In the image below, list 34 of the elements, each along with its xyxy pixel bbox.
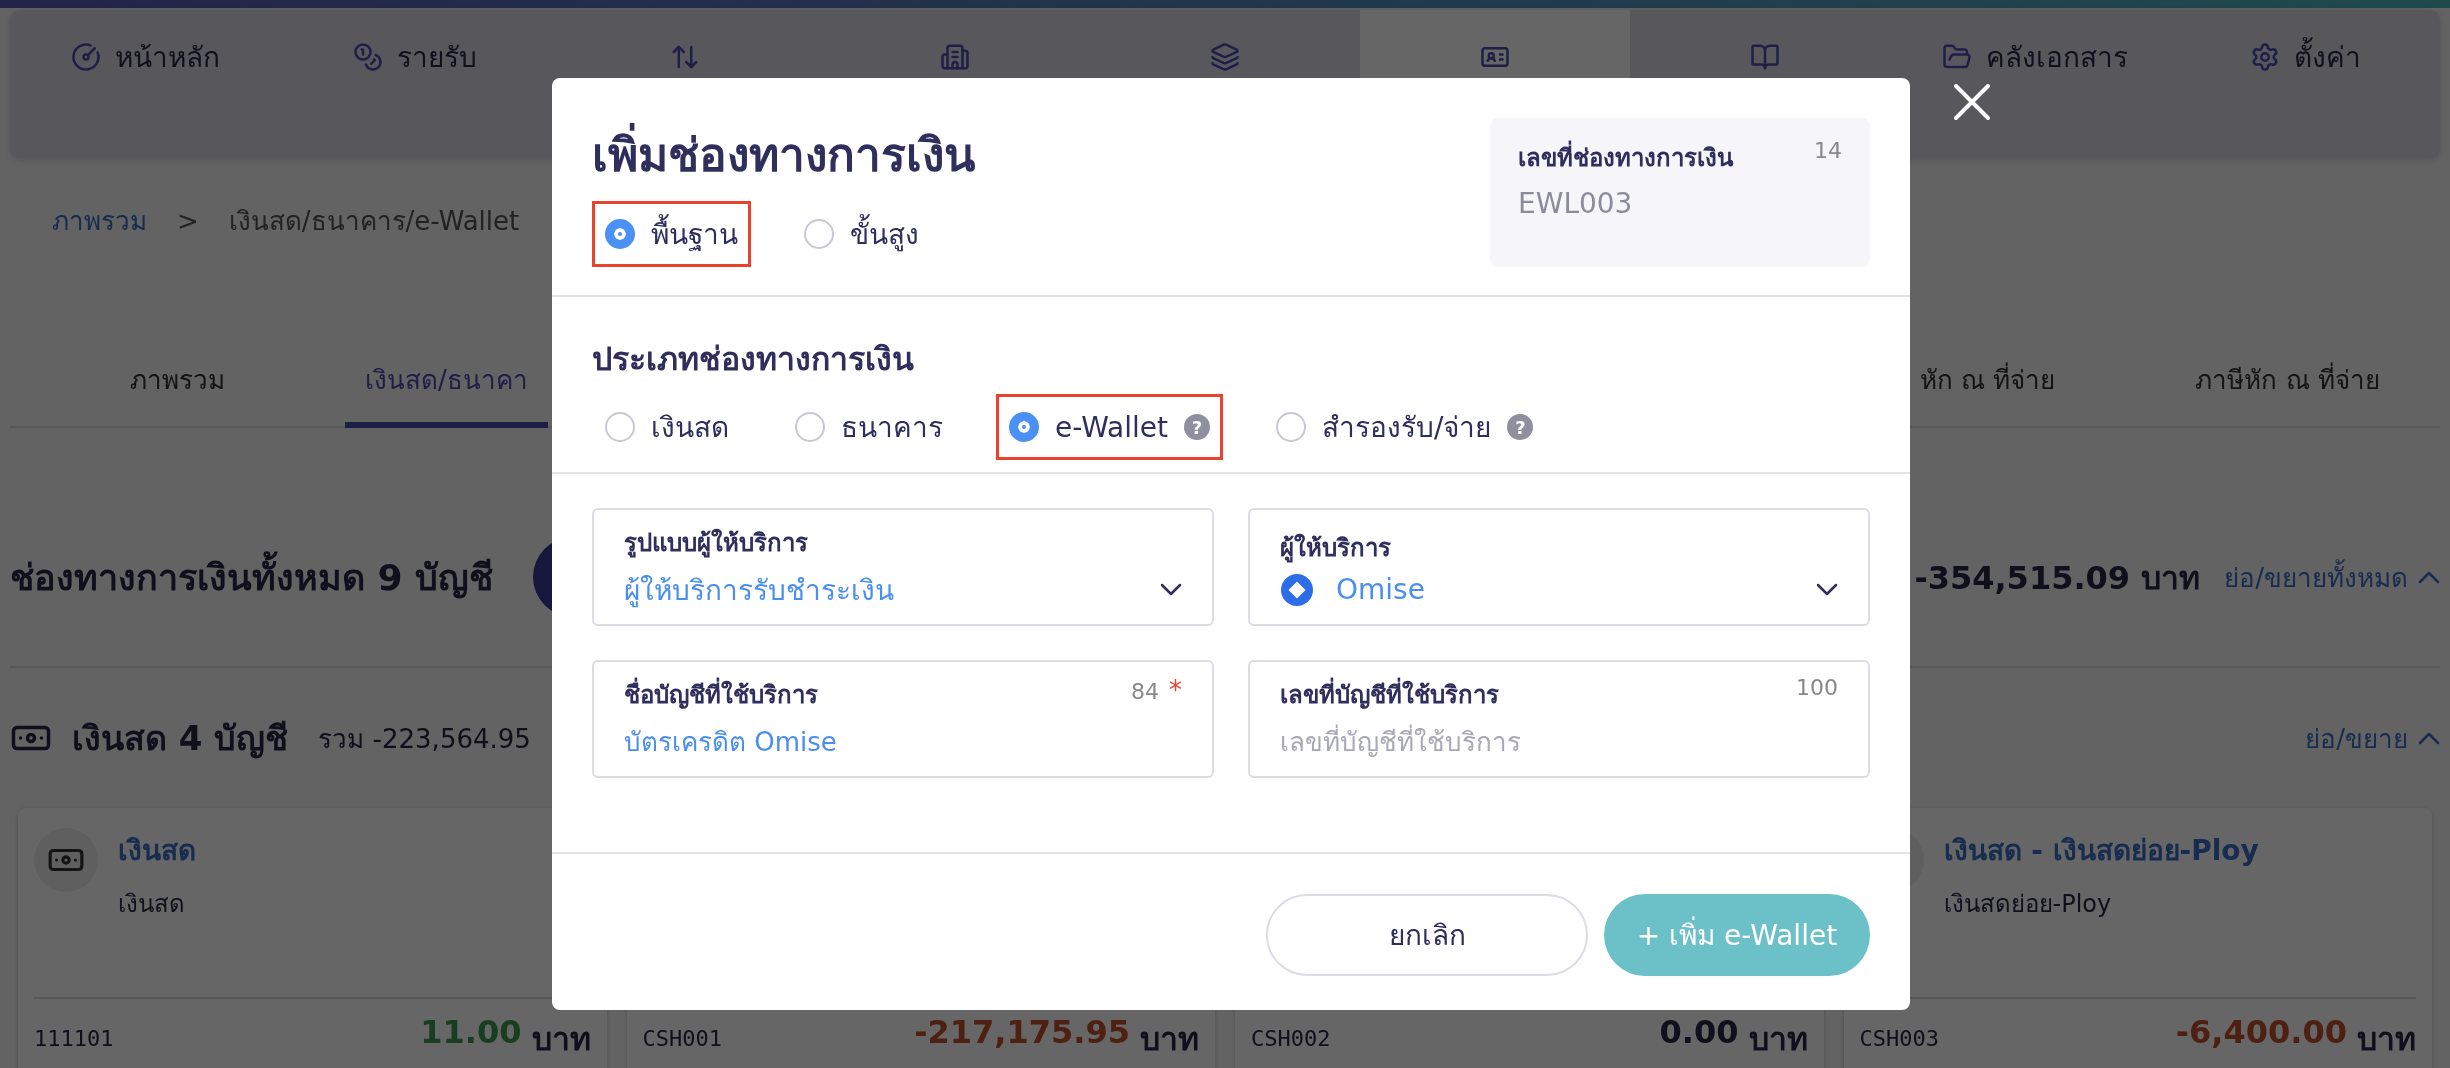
help-badge: ?: [1507, 414, 1534, 440]
field-label: เลขที่ช่องทางการเงิน: [1518, 138, 1733, 177]
amount: 11.00: [420, 1013, 522, 1053]
amount: -6,400.00: [2175, 1013, 2347, 1053]
field-label: ชื่อบัญชีที่ใช้บริการ: [624, 674, 818, 714]
account-code: CSH002: [1251, 1026, 1331, 1051]
card-title: เงินสด: [118, 833, 196, 869]
section-title: ประเภทช่องทางการเงิน: [592, 339, 915, 380]
account-code: CSH003: [1859, 1026, 1939, 1051]
currency-unit: บาท: [1140, 1019, 1199, 1060]
field-value: EWL003: [1518, 187, 1634, 220]
help-badge: ?: [1184, 414, 1210, 440]
dialog-title: เพิ่มช่องทางการเงิน: [592, 118, 975, 191]
account-code: 111101: [34, 1026, 114, 1051]
char-counter: 14: [1814, 138, 1842, 163]
currency-unit: บาท: [1748, 1019, 1808, 1060]
section-title: เงินสด 4 บัญชี: [72, 717, 289, 761]
field-label: เลขที่บัญชีที่ใช้บริการ: [1280, 674, 1499, 714]
card-subtitle: เงินสดย่อย-Ploy: [1943, 889, 2113, 920]
breadcrumb-separator: >: [177, 205, 199, 236]
currency-unit: บาท: [531, 1019, 591, 1060]
card-subtitle: เงินสด: [118, 889, 186, 920]
account-code: CSH001: [642, 1026, 722, 1051]
char-counter: 84: [1131, 678, 1159, 704]
required-mark: *: [1169, 674, 1182, 705]
breadcrumb-current: เงินสด/ธนาคาร/e-Wallet: [228, 205, 520, 238]
char-counter: 100: [1796, 674, 1838, 700]
amount: -217,175.95: [914, 1013, 1130, 1053]
currency-unit: บาท: [2357, 1019, 2416, 1060]
section-total: รวม -223,564.95: [318, 722, 531, 756]
summary-total: -354,515.09 บาท: [1914, 557, 2201, 599]
amount: 0.00: [1659, 1013, 1739, 1053]
card-title: เงินสด - เงินสดย่อย-Ploy: [1943, 833, 2259, 869]
summary-title: ช่องทางการเงินทั้งหมด 9 บัญชี: [10, 548, 494, 606]
